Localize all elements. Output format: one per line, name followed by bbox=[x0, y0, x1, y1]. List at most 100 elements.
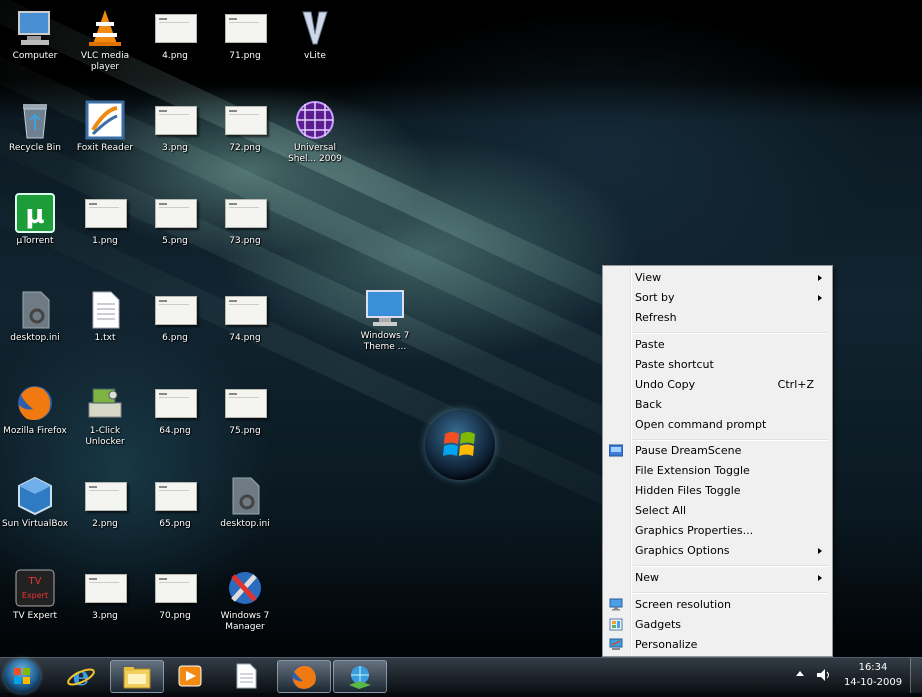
menu-item-graphics-properties[interactable]: Graphics Properties... bbox=[605, 521, 830, 541]
desktop-icon-unlocker[interactable]: 1-Click Unlocker bbox=[70, 383, 140, 448]
image-file-icon bbox=[225, 14, 267, 43]
desktop-icon-75-png[interactable]: 75.png bbox=[210, 383, 280, 437]
show-desktop-button[interactable] bbox=[910, 658, 922, 693]
utorrent-icon: µ bbox=[15, 193, 55, 233]
monitor-icon bbox=[366, 290, 404, 326]
firefox-icon bbox=[18, 386, 52, 420]
desktop-icon-windows7-theme[interactable]: Windows 7 Theme ... bbox=[350, 288, 420, 353]
image-file-icon bbox=[225, 199, 267, 228]
desktop-icon-4-png[interactable]: 4.png bbox=[140, 8, 210, 62]
menu-item-pause-dreamscene[interactable]: Pause DreamScene bbox=[605, 441, 830, 461]
clock-time[interactable]: 16:34 bbox=[838, 662, 908, 673]
menu-item-select-all[interactable]: Select All bbox=[605, 501, 830, 521]
desktop-icon-label: vLite bbox=[304, 51, 326, 61]
desktop-context-menu: View Sort by Refresh Paste Paste shortcu… bbox=[602, 265, 833, 657]
desktop-icon-firefox[interactable]: Mozilla Firefox bbox=[0, 383, 70, 437]
desktop-icon-tv-expert[interactable]: TV Expert TV Expert bbox=[0, 568, 70, 622]
desktop-icon-73-png[interactable]: 73.png bbox=[210, 193, 280, 247]
desktop-icon-label: 1.png bbox=[92, 236, 118, 246]
svg-text:TV: TV bbox=[28, 576, 42, 587]
menu-item-refresh[interactable]: Refresh bbox=[605, 308, 830, 328]
menu-separator bbox=[633, 592, 828, 594]
taskbar-internet-explorer[interactable]: e bbox=[55, 660, 107, 691]
desktop-icon-1-png[interactable]: 1.png bbox=[70, 193, 140, 247]
start-button[interactable] bbox=[4, 659, 40, 693]
desktop-icon-virtualbox[interactable]: Sun VirtualBox bbox=[0, 476, 70, 530]
desktop-icon-utorrent[interactable]: µ µTorrent bbox=[0, 193, 70, 247]
desktop-icon-5-png[interactable]: 5.png bbox=[140, 193, 210, 247]
menu-item-label: Pause DreamScene bbox=[635, 444, 742, 457]
desktop-icon-1-txt[interactable]: 1.txt bbox=[70, 290, 140, 344]
desktop-icon-label: 4.png bbox=[162, 51, 188, 61]
menu-item-label: Refresh bbox=[635, 311, 677, 324]
desktop-icon-64-png[interactable]: 64.png bbox=[140, 383, 210, 437]
menu-item-label: New bbox=[635, 571, 659, 584]
desktop-icon-label: 73.png bbox=[229, 236, 261, 246]
desktop-icon-desktop-ini[interactable]: desktop.ini bbox=[0, 290, 70, 344]
desktop-icon-windows7-manager[interactable]: Windows 7 Manager bbox=[210, 568, 280, 633]
menu-item-file-extension-toggle[interactable]: File Extension Toggle bbox=[605, 461, 830, 481]
desktop-icon-74-png[interactable]: 74.png bbox=[210, 290, 280, 344]
menu-item-new[interactable]: New bbox=[605, 568, 830, 588]
desktop-icon-3-png-2[interactable]: 3.png bbox=[70, 568, 140, 622]
text-file-icon bbox=[92, 291, 120, 329]
menu-item-label: Sort by bbox=[635, 291, 675, 304]
image-file-icon bbox=[155, 106, 197, 135]
show-hidden-icons-button[interactable] bbox=[796, 671, 804, 676]
taskbar-media-player[interactable] bbox=[164, 660, 216, 691]
recycle-bin-icon bbox=[23, 104, 47, 139]
desktop-icon-72-png[interactable]: 72.png bbox=[210, 100, 280, 154]
menu-item-personalize[interactable]: Personalize bbox=[605, 635, 830, 655]
image-file-icon bbox=[155, 389, 197, 418]
menu-item-sort-by[interactable]: Sort by bbox=[605, 288, 830, 308]
volume-icon[interactable] bbox=[815, 667, 831, 683]
taskbar-firefox[interactable] bbox=[277, 660, 331, 693]
desktop-icon-label: Windows 7 Manager bbox=[220, 611, 270, 632]
menu-item-label: Personalize bbox=[635, 638, 698, 651]
desktop-icon-70-png[interactable]: 70.png bbox=[140, 568, 210, 622]
image-file-icon bbox=[85, 574, 127, 603]
desktop-icon-label: Recycle Bin bbox=[9, 143, 61, 153]
menu-item-paste-shortcut[interactable]: Paste shortcut bbox=[605, 355, 830, 375]
svg-text:e: e bbox=[73, 662, 90, 690]
menu-item-label: Select All bbox=[635, 504, 687, 517]
taskbar-network-app[interactable] bbox=[333, 660, 387, 693]
desktop-icon-label: desktop.ini bbox=[10, 333, 60, 343]
desktop-icon-label: TV Expert bbox=[12, 611, 57, 621]
clock-date[interactable]: 14-10-2009 bbox=[838, 677, 908, 688]
taskbar-windows-explorer[interactable] bbox=[110, 660, 164, 693]
taskbar-document[interactable] bbox=[220, 660, 272, 691]
desktop-icon-2-png[interactable]: 2.png bbox=[70, 476, 140, 530]
menu-item-undo-copy[interactable]: Undo Copy Ctrl+Z bbox=[605, 375, 830, 395]
menu-item-paste[interactable]: Paste bbox=[605, 335, 830, 355]
desktop-icon-3-png[interactable]: 3.png bbox=[140, 100, 210, 154]
desktop-icon-6-png[interactable]: 6.png bbox=[140, 290, 210, 344]
menu-item-view[interactable]: View bbox=[605, 268, 830, 288]
menu-item-hidden-files-toggle[interactable]: Hidden Files Toggle bbox=[605, 481, 830, 501]
desktop-icon-recycle-bin[interactable]: Recycle Bin bbox=[0, 100, 70, 154]
desktop-icon-foxit-reader[interactable]: Foxit Reader bbox=[70, 100, 140, 154]
desktop-icon-label: 71.png bbox=[229, 51, 261, 61]
desktop-icon-65-png[interactable]: 65.png bbox=[140, 476, 210, 530]
desktop-icon-universal-shell[interactable]: Universal Shel... 2009 bbox=[280, 100, 350, 165]
desktop-icon-vlc[interactable]: VLC media player bbox=[70, 8, 140, 73]
desktop-icon-computer[interactable]: Computer bbox=[0, 8, 70, 62]
globe-grid-icon bbox=[296, 101, 334, 139]
desktop-icon-71-png[interactable]: 71.png bbox=[210, 8, 280, 62]
personalize-icon bbox=[609, 638, 623, 651]
desktop-icon-label: 3.png bbox=[162, 143, 188, 153]
menu-item-label: Open command prompt bbox=[635, 418, 767, 431]
image-file-icon bbox=[225, 389, 267, 418]
menu-item-graphics-options[interactable]: Graphics Options bbox=[605, 541, 830, 561]
menu-item-screen-resolution[interactable]: Screen resolution bbox=[605, 595, 830, 615]
menu-item-open-command-prompt[interactable]: Open command prompt bbox=[605, 415, 830, 435]
taskbar: e 16:34 14-10-2009 bbox=[0, 657, 922, 693]
menu-item-gadgets[interactable]: Gadgets bbox=[605, 615, 830, 635]
desktop-icon-label: 2.png bbox=[92, 519, 118, 529]
menu-item-back[interactable]: Back bbox=[605, 395, 830, 415]
menu-item-label: Hidden Files Toggle bbox=[635, 484, 741, 497]
desktop-icon-vlite[interactable]: vLite bbox=[280, 8, 350, 62]
virtualbox-icon bbox=[18, 476, 52, 516]
desktop-icon-desktop-ini-2[interactable]: desktop.ini bbox=[210, 476, 280, 530]
windows-flag-icon bbox=[443, 432, 475, 456]
